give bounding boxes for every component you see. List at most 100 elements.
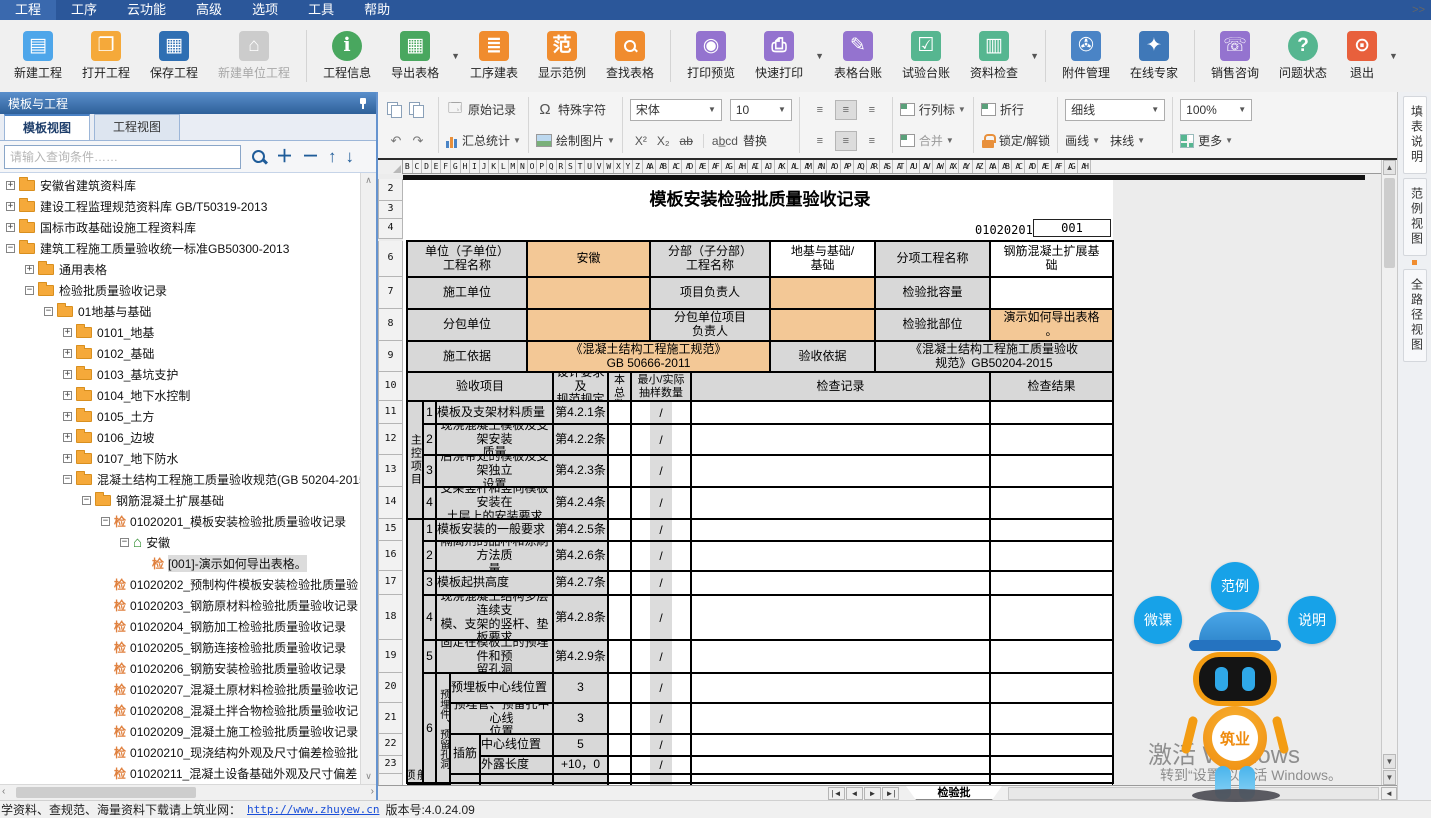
column-header[interactable]: AL xyxy=(788,160,801,173)
column-header[interactable]: O xyxy=(528,160,538,173)
sampling-qty-cell[interactable]: / xyxy=(631,640,691,673)
draw-picture-button[interactable]: 绘制图片▼ xyxy=(536,127,615,155)
quick-print-dropdown-icon[interactable]: ▼ xyxy=(815,51,824,61)
column-header[interactable]: AB xyxy=(999,160,1012,173)
menu-item-2[interactable]: 工序 xyxy=(56,0,112,20)
tree-item[interactable]: 检01020211_混凝土设备基础外观及尺寸偏差 xyxy=(0,763,360,784)
row-header[interactable]: 20 xyxy=(378,673,403,703)
tree-item[interactable]: 检01020207_混凝土原材料检验批质量验收记 xyxy=(0,679,360,700)
toolbar-overflow-icon[interactable]: >> xyxy=(1412,4,1425,16)
tree-item[interactable]: +0102_基础 xyxy=(0,343,360,364)
print-preview-button[interactable]: ◉打印预览 xyxy=(678,28,744,84)
superscript-button[interactable]: X² xyxy=(635,134,647,148)
column-header[interactable]: T xyxy=(576,160,586,173)
tree-expand-icon[interactable]: + xyxy=(6,181,15,190)
column-header[interactable]: AV xyxy=(920,160,933,173)
tree-item[interactable]: 检01020206_钢筋安装检验批质量验收记录 xyxy=(0,658,360,679)
row-header[interactable]: 2 xyxy=(378,179,403,201)
tree-item[interactable]: +0107_地下防水 xyxy=(0,448,360,469)
column-header[interactable]: B xyxy=(403,160,413,173)
tree-expand-icon[interactable]: + xyxy=(63,349,72,358)
column-header[interactable]: AX xyxy=(946,160,959,173)
sheet-corner-cell[interactable] xyxy=(378,160,403,174)
align-middle-button[interactable]: ≡ xyxy=(835,100,857,120)
expand-all-icon[interactable]: ＋ xyxy=(276,145,293,169)
tree-item[interactable]: −混凝土结构工程施工质量验收规范(GB 50204-2015 xyxy=(0,469,360,490)
scrollbar-thumb[interactable] xyxy=(16,787,196,798)
sampling-qty-cell[interactable]: / xyxy=(631,673,691,703)
column-header[interactable]: P xyxy=(537,160,547,173)
help-button[interactable]: 说明 xyxy=(1288,596,1336,644)
table-ledger-button[interactable]: ✎表格台账 xyxy=(825,28,891,84)
column-header[interactable]: L xyxy=(499,160,509,173)
column-header[interactable]: AA xyxy=(643,160,656,173)
sampling-qty-cell[interactable]: / xyxy=(631,756,691,774)
quick-print-button[interactable]: ⎙快速打印 xyxy=(746,28,812,84)
sample-button[interactable]: 范例 xyxy=(1211,562,1259,610)
column-header[interactable]: G xyxy=(451,160,461,173)
font-size-select[interactable]: 10▼ xyxy=(730,99,792,121)
row-header[interactable]: 12 xyxy=(378,424,403,455)
scroll-down-arrow[interactable]: ▼ xyxy=(1383,754,1396,769)
tree-item[interactable]: −检验批质量验收记录 xyxy=(0,280,360,301)
font-family-select[interactable]: 宋体▼ xyxy=(630,99,722,121)
last-sheet-button[interactable]: ►| xyxy=(882,787,899,800)
align-top-button[interactable]: ≡ xyxy=(809,100,831,120)
sampling-qty-cell[interactable]: / xyxy=(631,487,691,519)
column-header[interactable]: AH xyxy=(735,160,748,173)
column-header[interactable]: X xyxy=(614,160,624,173)
row-header[interactable]: 4 xyxy=(378,219,403,239)
row-header[interactable]: 16 xyxy=(378,541,403,571)
column-header[interactable]: AK xyxy=(775,160,788,173)
subscript-button[interactable]: X₂ xyxy=(657,134,670,148)
prev-sheet-button[interactable]: ◄ xyxy=(846,787,863,800)
menu-item-1[interactable]: 工程 xyxy=(0,0,56,20)
issue-status-button[interactable]: ?问题状态 xyxy=(1270,28,1336,84)
sampling-qty-cell[interactable]: / xyxy=(631,703,691,734)
tree-expand-icon[interactable]: + xyxy=(63,370,72,379)
column-header[interactable]: D xyxy=(422,160,432,173)
column-header[interactable]: AN xyxy=(814,160,827,173)
column-header[interactable]: C xyxy=(413,160,423,173)
export-table-button[interactable]: ▦导出表格 xyxy=(382,28,448,84)
column-header[interactable]: AT xyxy=(893,160,906,173)
form-serial-box[interactable]: 001 xyxy=(1033,219,1111,237)
tree-item[interactable]: 检01020205_钢筋连接检验批质量验收记录 xyxy=(0,637,360,658)
tree-item[interactable]: −建筑工程施工质量验收统一标准GB50300-2013 xyxy=(0,238,360,259)
zhuyew-link[interactable]: http://www.zhuyew.cn xyxy=(247,803,379,816)
row-header[interactable]: 15 xyxy=(378,519,403,541)
column-header[interactable]: AC xyxy=(669,160,682,173)
menu-item-4[interactable]: 高级 xyxy=(181,0,237,20)
mascot-robot[interactable]: 筑业 xyxy=(1177,608,1293,798)
menu-item-5[interactable]: 选项 xyxy=(237,0,293,20)
merge-cells-button[interactable]: 合并▼ xyxy=(900,127,966,155)
erase-line-button[interactable]: 抹线 xyxy=(1110,132,1134,149)
form-input-cell[interactable]: 演示如何导出表格 。 xyxy=(990,309,1113,341)
tree-item[interactable]: +通用表格 xyxy=(0,259,360,280)
new-project-button[interactable]: ▤新建工程 xyxy=(5,28,71,84)
column-header[interactable]: AE xyxy=(696,160,709,173)
export-table-dropdown-icon[interactable]: ▼ xyxy=(451,51,460,61)
tree-expand-icon[interactable]: − xyxy=(101,517,110,526)
tree-expand-icon[interactable]: − xyxy=(44,307,53,316)
tree-expand-icon[interactable]: + xyxy=(25,265,34,274)
column-header[interactable]: AC xyxy=(1012,160,1025,173)
search-input[interactable] xyxy=(4,145,241,169)
next-sheet-button[interactable]: ► xyxy=(864,787,881,800)
row-header[interactable]: 18 xyxy=(378,595,403,640)
redo-icon[interactable]: ↷ xyxy=(409,133,427,149)
column-header[interactable]: H xyxy=(461,160,471,173)
move-down-icon[interactable]: ↓ xyxy=(346,145,355,169)
form-input-cell[interactable]: 《混凝土结构工程施工规范》 GB 50666-2011 xyxy=(527,341,770,372)
row-header[interactable]: 10 xyxy=(378,372,403,401)
column-header[interactable]: V xyxy=(595,160,605,173)
column-header[interactable]: Q xyxy=(547,160,557,173)
sampling-qty-cell[interactable]: / xyxy=(631,541,691,571)
test-ledger-button[interactable]: ☑试验台账 xyxy=(893,28,959,84)
row-header[interactable]: 8 xyxy=(378,309,403,341)
tree-expand-icon[interactable]: − xyxy=(82,496,91,505)
tree-item[interactable]: −01地基与基础 xyxy=(0,301,360,322)
column-header[interactable]: U xyxy=(585,160,595,173)
align-center-button[interactable]: ≡ xyxy=(835,131,857,151)
scroll-right-arrow[interactable]: ◄ xyxy=(1381,787,1397,800)
